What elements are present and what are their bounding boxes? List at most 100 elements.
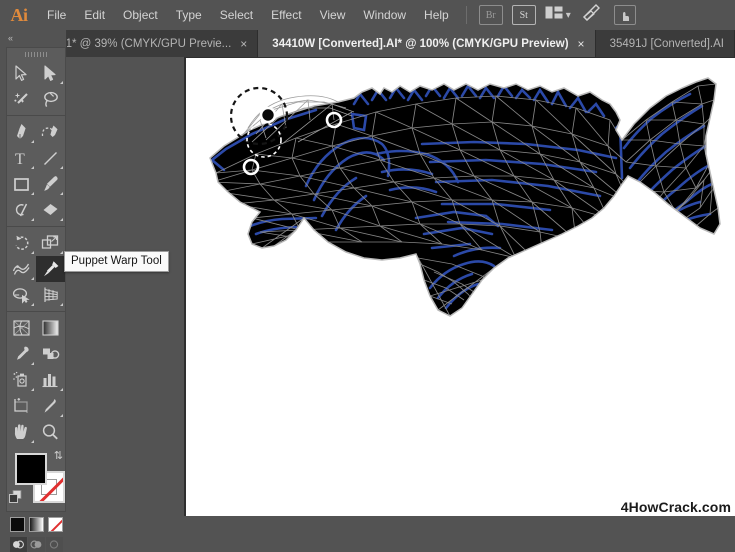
tool-flyout-marker bbox=[60, 81, 63, 84]
draw-normal-button[interactable] bbox=[10, 537, 27, 552]
tool-slice[interactable] bbox=[36, 393, 65, 419]
gradient-tool-icon bbox=[41, 319, 60, 337]
draw-behind-button[interactable] bbox=[28, 537, 45, 552]
chevron-down-icon[interactable]: ▾ bbox=[566, 10, 571, 21]
tab-close-icon[interactable]: × bbox=[578, 38, 585, 50]
puppet-pin-selected[interactable] bbox=[261, 108, 275, 122]
tools-panel-collapse-button[interactable]: « bbox=[0, 30, 66, 45]
tools-panel-drag-handle[interactable] bbox=[7, 48, 65, 60]
tool-mesh[interactable] bbox=[7, 315, 36, 341]
artboard[interactable]: 4HowCrack.com bbox=[186, 58, 735, 516]
default-fill-stroke-icon[interactable] bbox=[9, 490, 23, 509]
fill-swatch[interactable] bbox=[15, 453, 47, 485]
tool-symbol-sprayer[interactable] bbox=[7, 367, 36, 393]
svg-text:T: T bbox=[15, 151, 25, 167]
tool-pen[interactable] bbox=[7, 119, 36, 145]
tool-flyout-marker bbox=[60, 414, 63, 417]
perspective-grid-tool-icon bbox=[41, 286, 60, 304]
pen-tool-icon bbox=[14, 123, 30, 141]
rectangle-tool-icon bbox=[13, 176, 31, 193]
blend-tool-icon bbox=[41, 345, 60, 363]
selection-tool-icon bbox=[14, 65, 29, 82]
arrange-documents-button[interactable]: ▾ bbox=[545, 5, 571, 25]
fish-vector-artwork bbox=[186, 58, 735, 516]
eyedropper-tool-icon bbox=[13, 345, 31, 363]
artboard-tool-icon bbox=[12, 397, 31, 415]
draw-mode-row bbox=[7, 537, 65, 552]
magic-wand-tool-icon bbox=[13, 91, 30, 108]
menu-file[interactable]: File bbox=[38, 0, 75, 30]
hand-tool-icon bbox=[12, 423, 31, 441]
mesh-tool-icon bbox=[12, 319, 31, 337]
document-tab-35491j[interactable]: 35491J [Converted].AI bbox=[596, 30, 735, 57]
tool-curvature[interactable] bbox=[36, 119, 65, 145]
paintbrush-tool-icon bbox=[42, 175, 60, 193]
tool-width[interactable] bbox=[7, 256, 36, 282]
line-segment-tool-icon bbox=[42, 150, 59, 167]
menu-object[interactable]: Object bbox=[114, 0, 167, 30]
tool-zoom[interactable] bbox=[36, 419, 65, 445]
tool-flyout-marker bbox=[31, 388, 34, 391]
tool-paintbrush[interactable] bbox=[36, 171, 65, 197]
document-tab-34410w[interactable]: 34410W [Converted].AI* @ 100% (CMYK/GPU … bbox=[258, 30, 595, 57]
touch-workspace-icon bbox=[614, 5, 636, 25]
menu-tool-icons: Br St ▾ bbox=[479, 4, 637, 26]
tab-close-icon[interactable]: × bbox=[240, 38, 247, 50]
tool-flyout-marker bbox=[60, 218, 63, 221]
tool-magic-wand[interactable] bbox=[7, 86, 36, 112]
tool-column-graph[interactable] bbox=[36, 367, 65, 393]
rotate-tool-icon bbox=[13, 234, 31, 252]
tool-eyedropper[interactable] bbox=[7, 341, 36, 367]
menu-select[interactable]: Select bbox=[211, 0, 262, 30]
tool-shaper[interactable] bbox=[7, 197, 36, 223]
menu-effect[interactable]: Effect bbox=[262, 0, 310, 30]
curvature-tool-icon bbox=[41, 123, 60, 141]
bridge-button[interactable]: Br bbox=[479, 5, 503, 25]
tool-type[interactable]: T bbox=[7, 145, 36, 171]
sync-settings-icon bbox=[582, 4, 602, 27]
menu-help[interactable]: Help bbox=[415, 0, 458, 30]
touch-workspace-button[interactable] bbox=[613, 4, 637, 26]
slice-tool-icon bbox=[41, 397, 60, 415]
gradient-mode-button[interactable] bbox=[29, 517, 44, 532]
swap-fill-stroke-icon[interactable]: ⇅ bbox=[54, 449, 63, 462]
tool-blend[interactable] bbox=[36, 341, 65, 367]
shaper-tool-icon bbox=[13, 201, 31, 219]
tool-puppet-warp[interactable] bbox=[36, 256, 65, 282]
illustrator-window: Ai File Edit Object Type Select Effect V… bbox=[0, 0, 735, 516]
tool-hand[interactable] bbox=[7, 419, 36, 445]
tab-title: 34410W [Converted].AI* @ 100% (CMYK/GPU … bbox=[272, 38, 568, 50]
tools-panel: « bbox=[0, 30, 67, 516]
tool-perspective-grid[interactable] bbox=[36, 282, 65, 308]
sync-settings-button[interactable] bbox=[580, 4, 604, 26]
tab-title: 35491J [Converted].AI bbox=[610, 38, 724, 50]
menu-view[interactable]: View bbox=[311, 0, 355, 30]
tool-lasso[interactable] bbox=[36, 86, 65, 112]
tool-direct-selection[interactable] bbox=[36, 60, 65, 86]
tool-rectangle[interactable] bbox=[7, 171, 36, 197]
tool-artboard[interactable] bbox=[7, 393, 36, 419]
menu-window[interactable]: Window bbox=[354, 0, 415, 30]
tools-separator bbox=[7, 115, 65, 116]
document-canvas-area[interactable]: 4HowCrack.com bbox=[66, 57, 735, 516]
tool-rotate[interactable] bbox=[7, 230, 36, 256]
tool-gradient[interactable] bbox=[36, 315, 65, 341]
tool-selection[interactable] bbox=[7, 60, 36, 86]
document-tab-bar: Untitled-1* @ 39% (CMYK/GPU Previe... × … bbox=[0, 30, 735, 57]
lasso-tool-icon bbox=[42, 91, 60, 108]
stock-button[interactable]: St bbox=[512, 5, 536, 25]
tool-flyout-marker bbox=[31, 140, 34, 143]
tool-scale[interactable] bbox=[36, 230, 65, 256]
tool-flyout-marker bbox=[31, 362, 34, 365]
tools-panel-body: T bbox=[6, 47, 66, 512]
tool-free-transform[interactable] bbox=[7, 282, 36, 308]
tool-eraser[interactable] bbox=[36, 197, 65, 223]
menu-type[interactable]: Type bbox=[167, 0, 211, 30]
menu-edit[interactable]: Edit bbox=[75, 0, 114, 30]
draw-inside-button[interactable] bbox=[46, 537, 63, 552]
none-mode-button[interactable] bbox=[48, 517, 63, 532]
tools-grid: T bbox=[7, 60, 65, 445]
color-mode-button[interactable] bbox=[10, 517, 25, 532]
type-tool-icon: T bbox=[14, 150, 29, 167]
tool-line-segment[interactable] bbox=[36, 145, 65, 171]
